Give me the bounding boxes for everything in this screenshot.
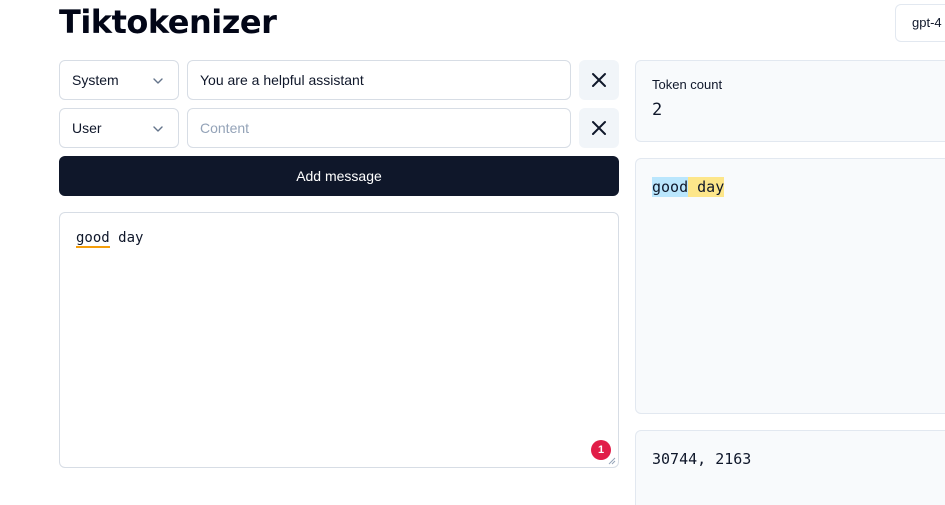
token-count-value: 2 <box>652 100 663 120</box>
token-count-panel: Token count 2 <box>635 60 945 142</box>
chevron-down-icon <box>153 126 163 132</box>
token-count-label: Token count <box>652 77 723 92</box>
role-select-label: System <box>72 72 119 88</box>
message-content-input-system[interactable] <box>187 60 571 100</box>
close-icon <box>592 121 606 135</box>
text-editor[interactable]: good day 1 <box>59 212 619 468</box>
delete-message-button[interactable] <box>579 60 619 100</box>
role-select-label: User <box>72 120 102 136</box>
token-segment: day <box>688 177 725 197</box>
delete-message-button[interactable] <box>579 108 619 148</box>
role-select-user[interactable]: User <box>59 108 179 148</box>
resize-handle-icon[interactable] <box>608 457 616 465</box>
token-ids-text: 30744, 2163 <box>652 450 752 468</box>
model-select[interactable]: gpt-4 <box>895 4 945 42</box>
message-content-input-user[interactable] <box>187 108 571 148</box>
role-select-system[interactable]: System <box>59 60 179 100</box>
chevron-down-icon <box>153 78 163 84</box>
tiktokenizer-page: Tiktokenizer gpt-4 System User Add messa… <box>0 0 945 505</box>
add-message-button[interactable]: Add message <box>59 156 619 196</box>
editor-word-highlighted: good <box>76 230 110 248</box>
tokens-visualization-panel: good day <box>635 158 945 414</box>
token-segment: good <box>652 177 689 197</box>
editor-text: good day <box>76 230 144 248</box>
page-title: Tiktokenizer <box>59 3 277 41</box>
editor-word: day <box>109 230 144 246</box>
tokens-line: good day <box>652 177 725 197</box>
close-icon <box>592 73 606 87</box>
token-ids-panel: 30744, 2163 <box>635 430 945 505</box>
